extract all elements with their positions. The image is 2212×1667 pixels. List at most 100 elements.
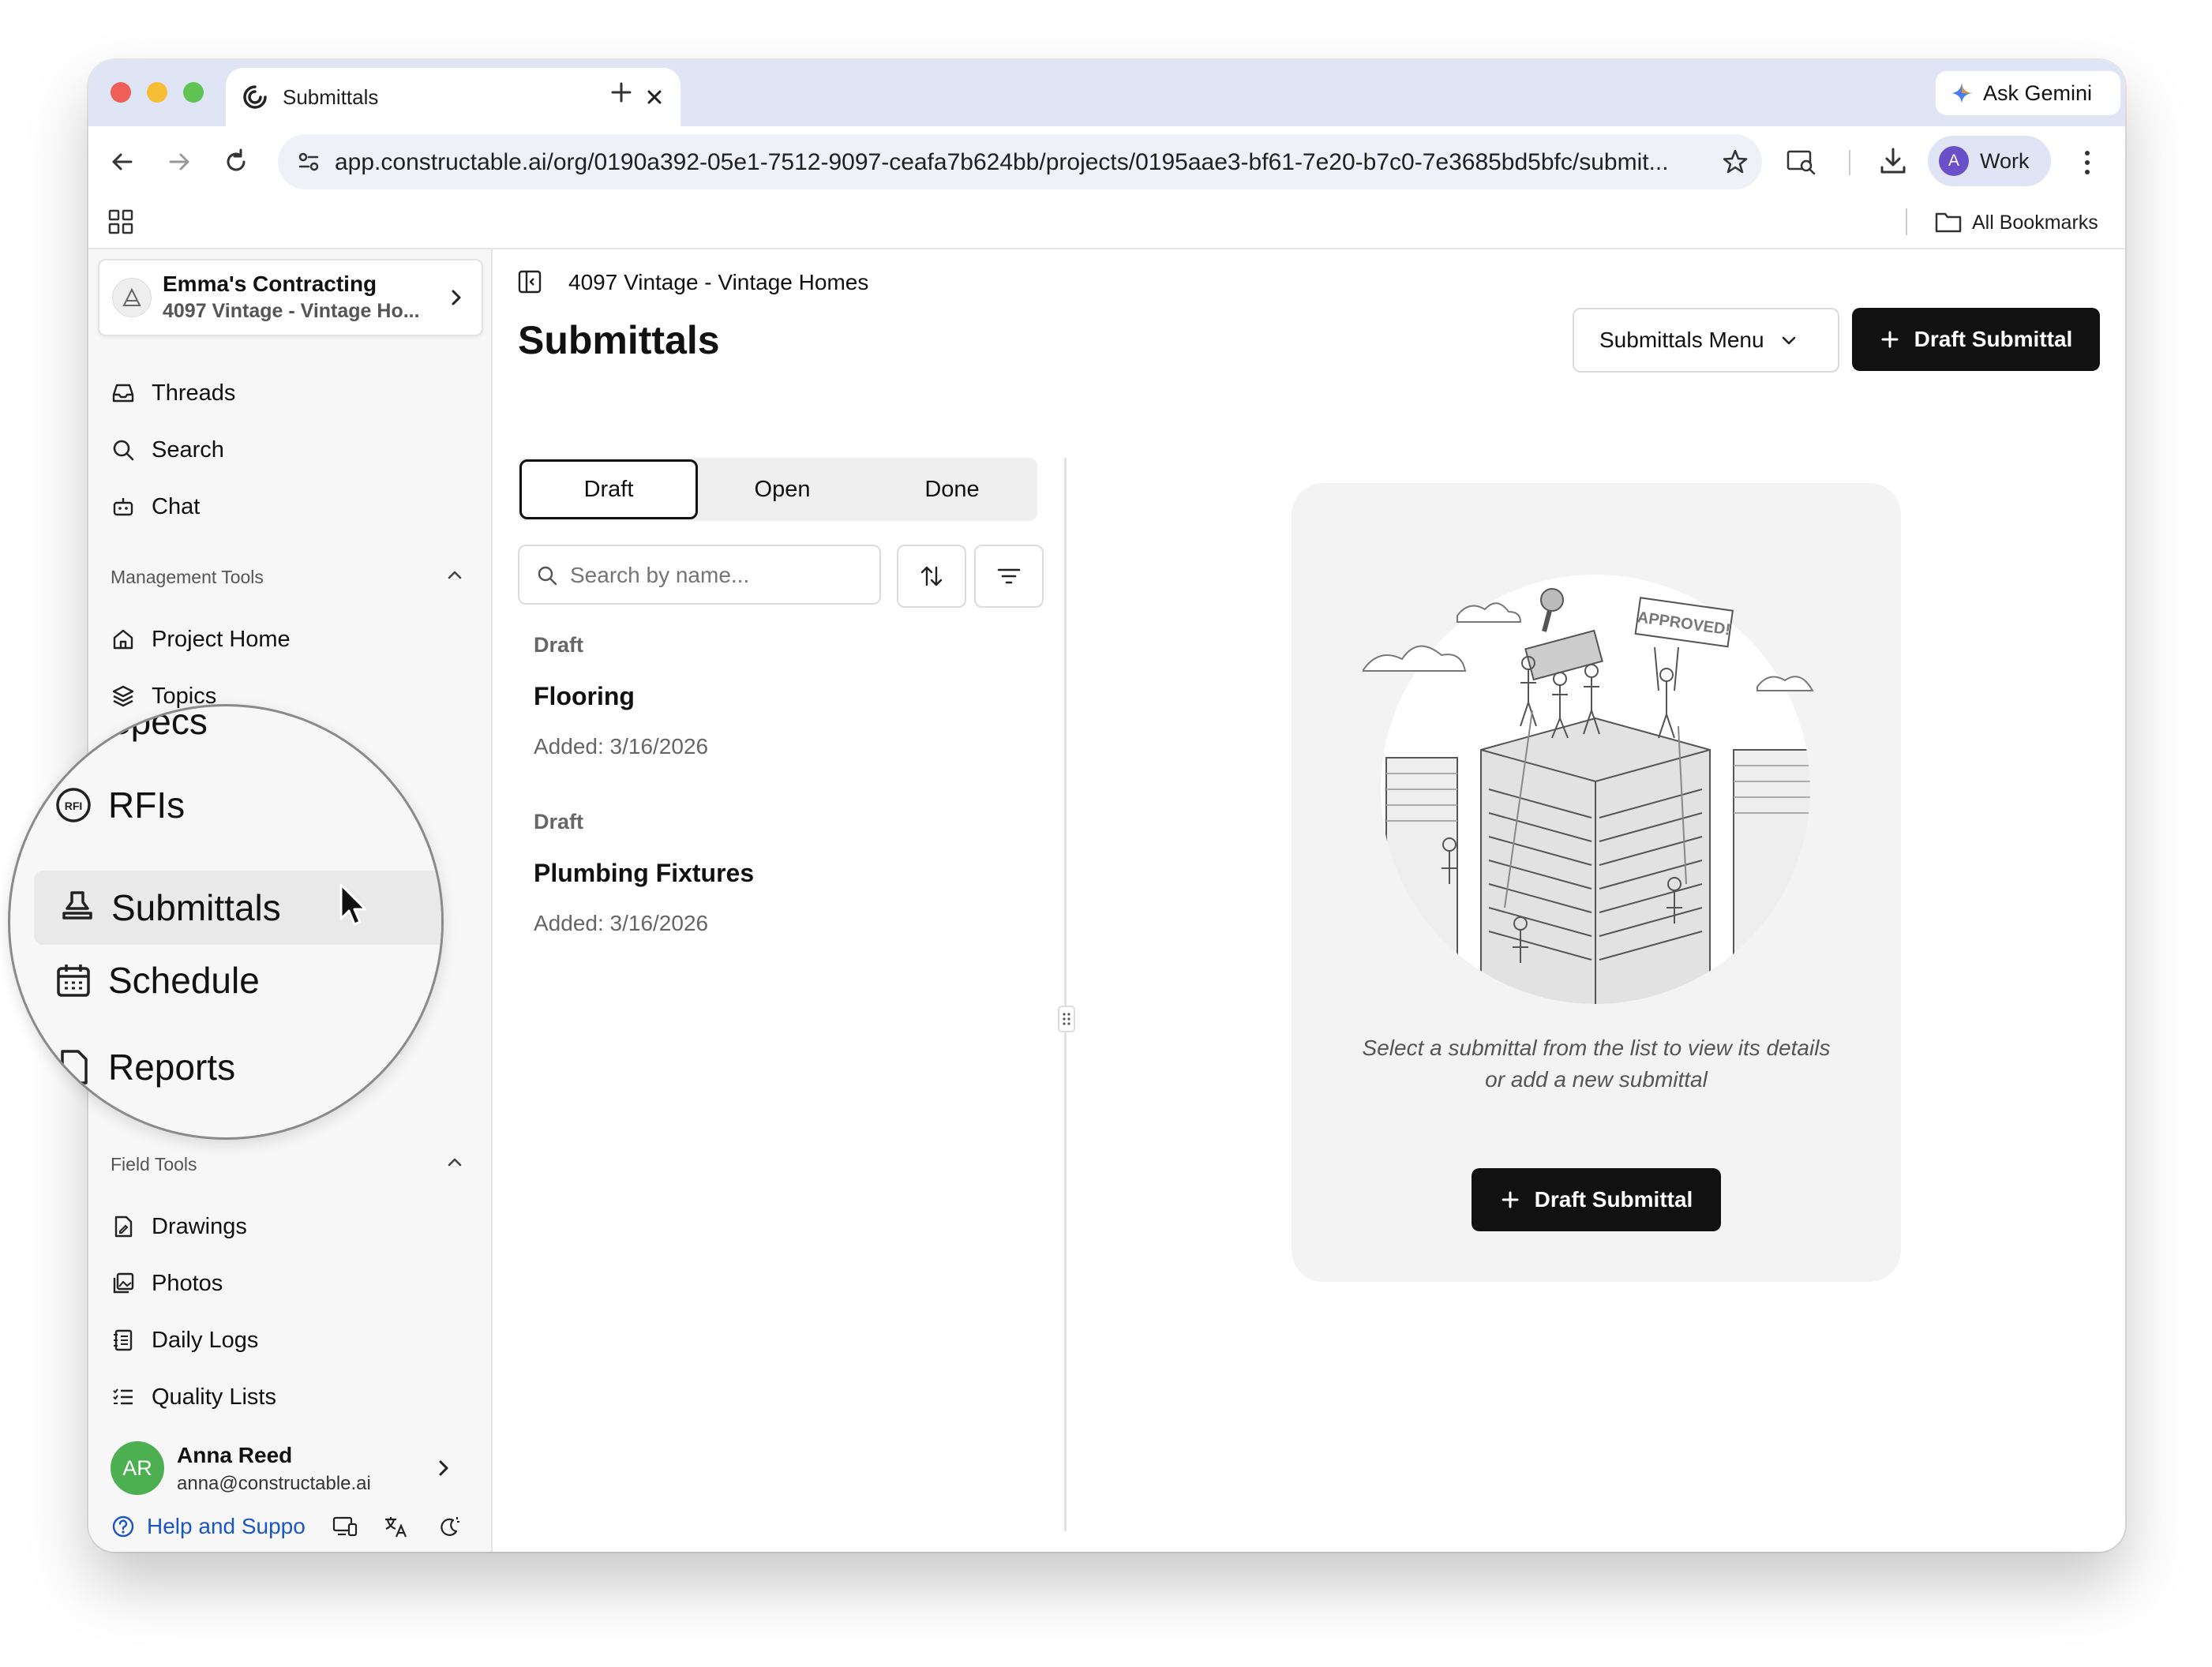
sidebar-item-label: Quality Lists: [152, 1384, 276, 1410]
user-name: Anna Reed: [177, 1443, 293, 1467]
magnified-label: Submittals: [111, 887, 281, 928]
sidebar-item-search[interactable]: Search: [111, 428, 224, 472]
magnified-item-schedule[interactable]: Schedule: [54, 959, 260, 1002]
search-icon: [538, 566, 557, 586]
item-added-date: Added: 3/16/2026: [534, 911, 709, 935]
empty-state-draft-button[interactable]: Draft Submittal: [1472, 1168, 1721, 1231]
sidebar-item-photos[interactable]: Photos: [111, 1261, 223, 1306]
search-box: [518, 545, 881, 605]
resize-handle[interactable]: [1058, 1006, 1075, 1032]
translate-icon[interactable]: [382, 1514, 409, 1539]
ask-gemini-button[interactable]: Ask Gemini: [1936, 71, 2120, 115]
magnified-label: Reports: [108, 1047, 236, 1088]
sidebar-item-label: Threads: [152, 380, 236, 406]
theme-toggle-icon[interactable]: [437, 1514, 463, 1539]
magnified-item-rfis[interactable]: RFI RFIs: [54, 784, 185, 826]
sidebar-item-label: Project Home: [152, 626, 291, 652]
site-settings-icon[interactable]: [295, 148, 322, 175]
layers-icon: [112, 685, 134, 707]
tab-open[interactable]: Open: [698, 459, 867, 519]
tab-draft[interactable]: Draft: [519, 459, 698, 519]
management-tools-heading: Management Tools: [111, 567, 264, 587]
gemini-sparkle-icon: [1951, 83, 1972, 103]
magnified-item-specs[interactable]: Specs: [107, 706, 208, 743]
close-window-dot[interactable]: [111, 82, 131, 103]
empty-state-line2: or add a new submittal: [1485, 1067, 1708, 1092]
sidebar-item-drawings[interactable]: Drawings: [111, 1204, 247, 1249]
list-item[interactable]: Draft Plumbing Fixtures Added: 3/16/2026: [518, 810, 1039, 968]
sidebar-item-threads[interactable]: Threads: [111, 371, 235, 415]
apps-grid-icon[interactable]: [107, 208, 134, 235]
sort-button[interactable]: [897, 545, 966, 608]
org-logo: [112, 278, 152, 317]
magnified-item-submittals[interactable]: Submittals: [34, 871, 441, 945]
devices-icon[interactable]: [332, 1514, 358, 1539]
screen-search-icon[interactable]: [1786, 147, 1817, 177]
images-icon: [113, 1272, 134, 1294]
help-link[interactable]: Help and Suppo: [111, 1509, 306, 1544]
sidebar-item-label: Drawings: [152, 1213, 247, 1239]
new-tab-icon[interactable]: [608, 79, 635, 106]
browser-menu-icon[interactable]: [2079, 147, 2095, 178]
sort-arrows-icon: [920, 566, 943, 586]
chevron-up-icon[interactable]: [444, 1151, 466, 1173]
list-item[interactable]: Draft Flooring Added: 3/16/2026: [518, 633, 1039, 791]
reload-icon[interactable]: [221, 147, 251, 177]
field-tools-heading: Field Tools: [111, 1154, 197, 1174]
sidebar-item-chat[interactable]: Chat: [111, 485, 200, 529]
org-logo-icon: [122, 287, 141, 306]
folder-icon: [1935, 212, 1962, 233]
sidebar-item-label: Photos: [152, 1270, 223, 1296]
empty-state-line1: Select a submittal from the list to view…: [1362, 1036, 1831, 1060]
tab-title: Submittals: [283, 85, 379, 109]
sidebar-item-project-home[interactable]: Project Home: [111, 617, 291, 661]
address-bar[interactable]: app.constructable.ai/org/0190a392-05e1-7…: [278, 134, 1762, 189]
close-tab-icon[interactable]: [644, 87, 665, 107]
minimize-window-dot[interactable]: [147, 82, 167, 103]
breadcrumb[interactable]: 4097 Vintage - Vintage Homes: [568, 270, 868, 295]
checklist-icon: [113, 1388, 133, 1405]
sidebar-item-quality-lists[interactable]: Quality Lists: [111, 1375, 276, 1419]
back-icon[interactable]: [107, 147, 137, 177]
item-status: Draft: [534, 810, 584, 834]
chevron-up-icon[interactable]: [444, 564, 466, 586]
help-circle-icon: [112, 1515, 134, 1538]
bookmark-star-icon[interactable]: [1721, 148, 1749, 176]
sidebar-toggle-icon[interactable]: [516, 268, 543, 295]
toolbar-divider: [1849, 150, 1850, 175]
search-input[interactable]: [568, 556, 872, 595]
magnified-label: Schedule: [108, 960, 260, 1001]
submittals-menu-button[interactable]: Submittals Menu: [1573, 308, 1839, 373]
tab-done[interactable]: Done: [867, 459, 1037, 519]
filter-button[interactable]: [974, 545, 1044, 608]
chevron-right-icon: [439, 1460, 448, 1476]
org-switcher[interactable]: Emma's Contracting 4097 Vintage - Vintag…: [98, 259, 483, 336]
org-project: 4097 Vintage - Vintage Ho...: [163, 300, 420, 322]
submittals-menu-label: Submittals Menu: [1599, 328, 1764, 352]
profile-button[interactable]: A Work: [1928, 136, 2051, 186]
search-icon: [113, 440, 134, 461]
pane-divider: [1064, 458, 1067, 1531]
item-added-date: Added: 3/16/2026: [534, 734, 709, 759]
notebook-icon: [114, 1329, 133, 1351]
draft-submittal-button[interactable]: Draft Submittal: [1852, 308, 2100, 371]
org-name: Emma's Contracting: [163, 272, 377, 296]
maximize-window-dot[interactable]: [183, 82, 204, 103]
user-menu[interactable]: AR Anna Reed anna@constructable.ai: [111, 1440, 474, 1500]
magnifier-lens: Specs RFI RFIs Submittals Schedule Repor…: [8, 704, 444, 1140]
sidebar-item-daily-logs[interactable]: Daily Logs: [111, 1318, 258, 1362]
browser-toolbar: app.constructable.ai/org/0190a392-05e1-7…: [88, 126, 2125, 197]
download-icon[interactable]: [1877, 145, 1909, 177]
inbox-icon: [112, 384, 134, 403]
user-email: anna@constructable.ai: [177, 1473, 371, 1494]
sidebar-item-label: Daily Logs: [152, 1327, 259, 1353]
stamp-icon: [62, 891, 92, 920]
all-bookmarks-button[interactable]: All Bookmarks: [1972, 212, 2098, 234]
magnified-label: RFIs: [108, 785, 186, 826]
magnified-item-reports[interactable]: Reports: [54, 1046, 235, 1088]
filter-lines-icon: [997, 568, 1021, 584]
report-file-icon: [61, 1050, 88, 1084]
item-title: Flooring: [534, 682, 635, 710]
forward-icon[interactable]: [164, 147, 194, 177]
profile-name: Work: [1980, 148, 2030, 173]
